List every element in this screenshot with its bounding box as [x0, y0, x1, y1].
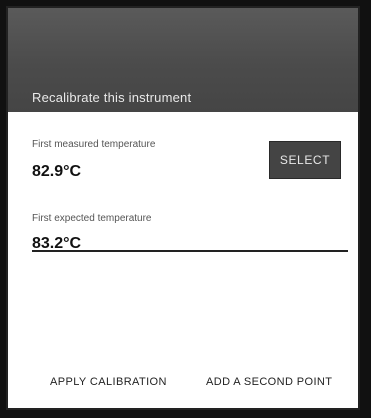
input-underline [32, 250, 348, 252]
first-expected-temperature-label: First expected temperature [32, 213, 152, 224]
first-measured-temperature-label: First measured temperature [32, 139, 156, 150]
first-measured-temperature-value: 82.9°C [32, 163, 82, 180]
dialog-header: Recalibrate this instrument [8, 8, 358, 112]
add-second-point-button[interactable]: ADD A SECOND POINT [206, 376, 332, 388]
calibration-dialog: Recalibrate this instrument First measur… [6, 6, 360, 410]
select-button[interactable]: SELECT [269, 141, 341, 179]
apply-calibration-button[interactable]: APPLY CALIBRATION [50, 376, 167, 388]
dialog-title: Recalibrate this instrument [32, 90, 192, 105]
device-frame: Recalibrate this instrument First measur… [0, 0, 371, 418]
